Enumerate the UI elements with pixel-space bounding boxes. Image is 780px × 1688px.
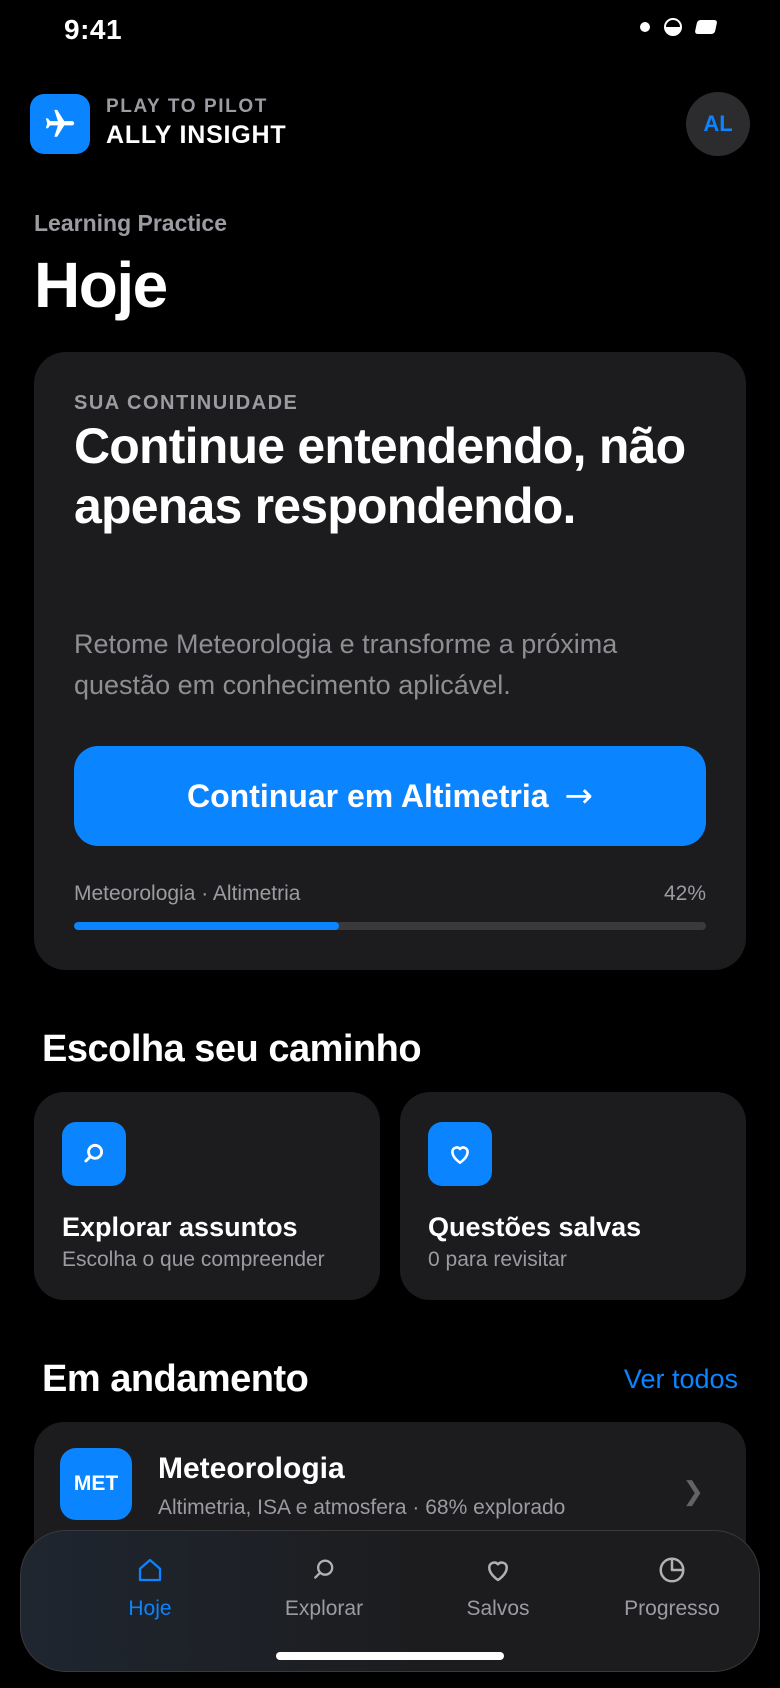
tab-explorar[interactable]: Explorar [239, 1553, 409, 1621]
saved-questions-title: Questões salvas [428, 1212, 642, 1242]
home-icon [133, 1553, 167, 1587]
pie-chart-icon [655, 1553, 689, 1587]
tab-bar: Hoje Explorar Salvos Progresso [20, 1530, 760, 1672]
page-kicker: Learning Practice [34, 210, 228, 236]
course-badge: MET [60, 1448, 132, 1520]
arrow-right-icon: → [564, 776, 594, 816]
heart-icon [481, 1553, 515, 1587]
continue-button-label: Continuar em Altimetria [186, 777, 549, 814]
tab-label: Progresso [624, 1597, 720, 1620]
signal-icon [640, 22, 650, 32]
saved-questions-tile[interactable]: Questões salvas 0 para revisitar [400, 1092, 746, 1300]
see-all-link[interactable]: Ver todos [624, 1364, 738, 1395]
tab-label: Explorar [284, 1597, 364, 1620]
progress-percent: 42% [663, 882, 706, 905]
course-subtitle: Altimetria, ISA e atmosfera · 68% explor… [158, 1496, 566, 1519]
tab-progresso[interactable]: Progresso [587, 1553, 757, 1621]
continuity-title: Continue entendendo, não apenas responde… [74, 418, 686, 534]
continuity-kicker: SUA CONTINUIDADE [74, 392, 299, 414]
tab-salvos[interactable]: Salvos [413, 1553, 583, 1621]
status-icons [640, 18, 718, 36]
tab-label: Hoje [128, 1597, 172, 1620]
course-title: Meteorologia [158, 1452, 345, 1485]
home-indicator [276, 1652, 504, 1660]
airplane-icon [45, 109, 75, 137]
tile-icon-box [62, 1122, 126, 1186]
saved-questions-subtitle: 0 para revisitar [428, 1248, 567, 1271]
tile-icon-box [428, 1122, 492, 1186]
continuity-description: Retome Meteorologia e transforme a próxi… [74, 629, 618, 700]
progress-label: Meteorologia · Altimetria [74, 882, 301, 905]
brand-title: ALLY INSIGHT [106, 121, 287, 149]
status-time: 9:41 [64, 14, 123, 45]
continue-button[interactable]: Continuar em Altimetria → [74, 746, 706, 846]
battery-icon [694, 20, 718, 34]
explore-topics-tile[interactable]: Explorar assuntos Escolha o que compreen… [34, 1092, 380, 1300]
search-icon [307, 1553, 341, 1587]
search-icon [84, 1143, 103, 1163]
chevron-right-icon: ❯ [682, 1476, 704, 1506]
tab-hoje[interactable]: Hoje [65, 1553, 235, 1621]
progress-bar [74, 922, 706, 930]
heart-icon [451, 1146, 469, 1164]
tab-label: Salvos [466, 1597, 530, 1620]
brand-subtitle: PLAY TO PILOT [106, 96, 268, 117]
explore-topics-subtitle: Escolha o que compreender [62, 1248, 325, 1271]
continuity-card: SUA CONTINUIDADE Continue entendendo, nã… [34, 352, 746, 970]
in-progress-title: Em andamento [42, 1358, 309, 1400]
page-title: Hoje [34, 249, 168, 321]
wifi-icon [664, 18, 682, 36]
app-logo [30, 94, 90, 154]
avatar[interactable]: AL [686, 92, 750, 156]
paths-title: Escolha seu caminho [42, 1028, 422, 1070]
explore-topics-title: Explorar assuntos [62, 1212, 298, 1242]
progress-bar-fill [74, 922, 340, 930]
